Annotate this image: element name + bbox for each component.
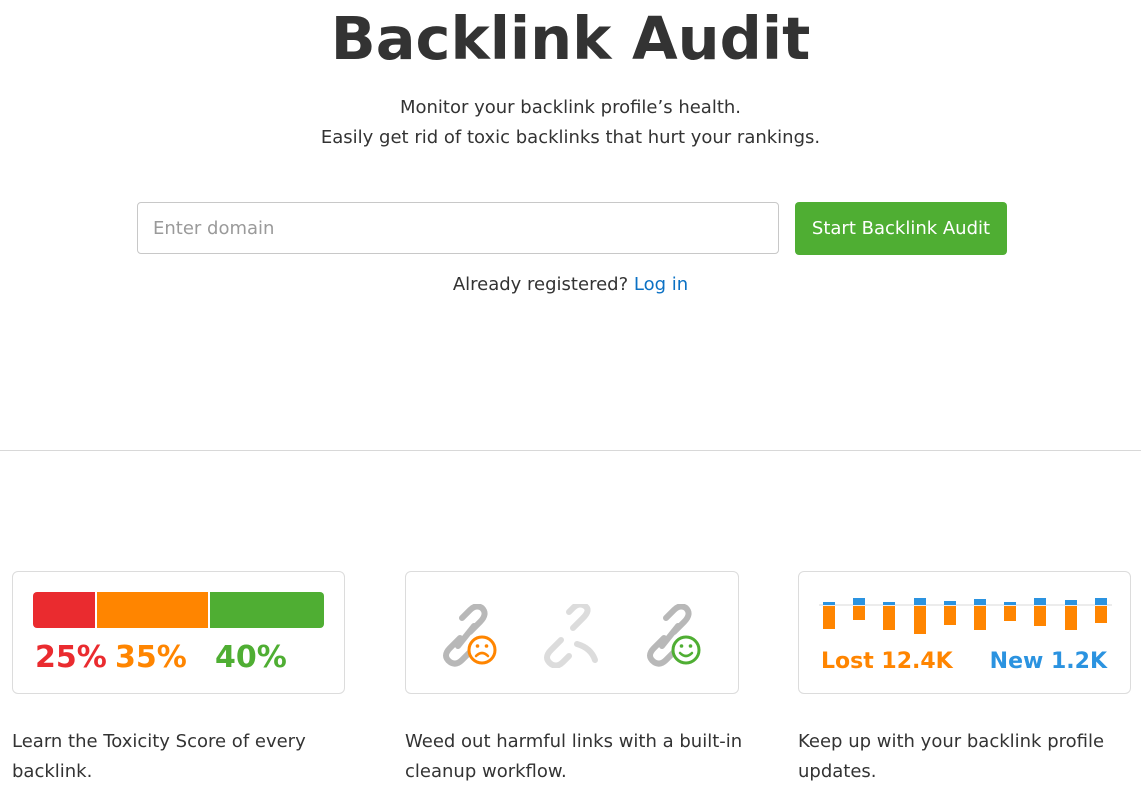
new-bar [823, 602, 835, 605]
toxic-segment [33, 592, 95, 628]
lost-bar [1034, 606, 1046, 626]
toxicity-score-card: 25% 35% 40% [12, 571, 345, 694]
domain-input[interactable] [137, 202, 779, 254]
new-bar [1095, 598, 1107, 605]
feature-text-toxicity: Learn the Toxicity Score of every backli… [12, 731, 306, 782]
new-bar [1065, 600, 1077, 605]
lost-new-chart [819, 598, 1112, 634]
login-prompt: Already registered? Log in [0, 270, 1141, 300]
lost-bar [853, 606, 865, 620]
lost-bar [944, 606, 956, 625]
new-bar [974, 599, 986, 605]
subtitle-line-2: Easily get rid of toxic backlinks that h… [320, 127, 821, 148]
backlink-updates-card: Lost 12.4K New 1.2K [798, 571, 1131, 694]
broken-link-sad-icon [443, 604, 497, 667]
lost-bar [1095, 606, 1107, 623]
safe-percent: 40% [215, 640, 287, 675]
login-link[interactable]: Log in [634, 274, 688, 295]
lost-bar [823, 606, 835, 629]
new-backlinks-label: New 1.2K [989, 649, 1107, 674]
new-bar [853, 598, 865, 605]
new-bar [1004, 602, 1016, 605]
toxicity-bar [33, 592, 324, 628]
lost-bar [1004, 606, 1016, 621]
section-divider [0, 450, 1141, 451]
feature-text-updates: Keep up with your backlink profile updat… [798, 731, 1105, 782]
lost-bars [823, 606, 1107, 634]
already-registered-text: Already registered? [452, 274, 629, 295]
start-backlink-audit-button[interactable]: Start Backlink Audit [795, 202, 1007, 255]
link-happy-icon [647, 604, 701, 667]
new-bar [914, 598, 926, 605]
cleanup-workflow-card [405, 571, 739, 694]
lost-bar [974, 606, 986, 630]
new-bars [823, 598, 1107, 605]
suspicious-segment [97, 592, 208, 628]
safe-segment [210, 592, 324, 628]
suspicious-percent: 35% [115, 640, 187, 675]
new-bar [944, 601, 956, 605]
toxic-percent: 25% [35, 640, 107, 675]
lost-bar [914, 606, 926, 634]
new-bar [1034, 598, 1046, 605]
page-title: Backlink Audit [330, 4, 811, 73]
lost-backlinks-label: Lost 12.4K [821, 649, 953, 674]
subtitle-line-1: Monitor your backlink profile’s health. [399, 97, 742, 118]
lost-bar [1065, 606, 1077, 630]
lost-bar [883, 606, 895, 630]
broken-link-icon [544, 604, 598, 668]
feature-text-cleanup: Weed out harmful links with a built-in c… [405, 731, 743, 782]
new-bar [883, 602, 895, 605]
